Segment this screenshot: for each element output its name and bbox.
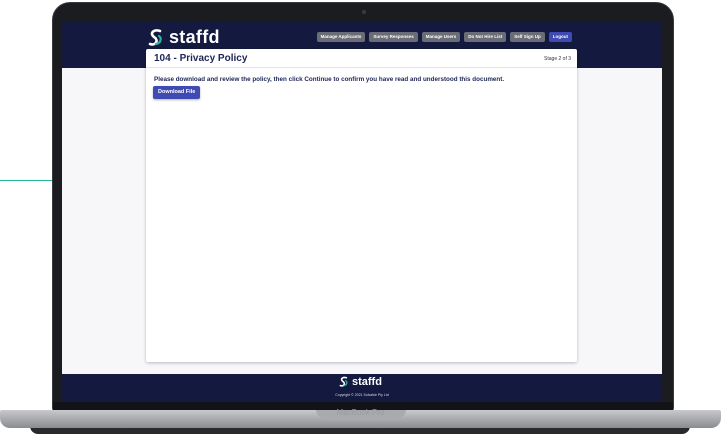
laptop-screen: staffd Manage Applicants Survey Response… [62,22,662,402]
nav-manage-users-button[interactable]: Manage Users [421,32,461,42]
top-nav: Manage Applicants Survey Responses Manag… [316,32,572,42]
footer-logo: staffd [338,376,382,388]
policy-card: 104 - Privacy Policy Stage 2 of 3 Please… [146,49,577,362]
nav-do-not-hire-list-button[interactable]: Do Not Hire List [464,32,507,42]
device-model-label: MacBook Pro [336,408,385,417]
brand-name: staffd [169,27,220,47]
nav-self-sign-up-button[interactable]: Self Sign Up [510,32,545,42]
nav-manage-applicants-button[interactable]: Manage Applicants [316,32,366,42]
camera-dot [362,10,366,14]
nav-survey-responses-button[interactable]: Survey Responses [369,32,418,42]
app-footer: staffd Copyright © 2021 Solvable Pty Ltd [62,374,662,402]
logout-button[interactable]: Logout [548,32,572,42]
policy-instructions: Please download and review the policy, t… [154,76,505,83]
copyright-text: Copyright © 2021 Solvable Pty Ltd [335,393,389,397]
staffd-logo-icon [148,28,162,46]
download-file-button[interactable]: Download File [153,86,201,99]
card-header: 104 - Privacy Policy Stage 2 of 3 [146,49,577,68]
stage-indicator: Stage 2 of 3 [544,56,571,62]
footer-brand-name: staffd [352,376,382,388]
page-title: 104 - Privacy Policy [154,53,248,64]
brand-logo[interactable]: staffd [146,27,220,48]
staffd-footer-logo-icon [339,376,348,387]
